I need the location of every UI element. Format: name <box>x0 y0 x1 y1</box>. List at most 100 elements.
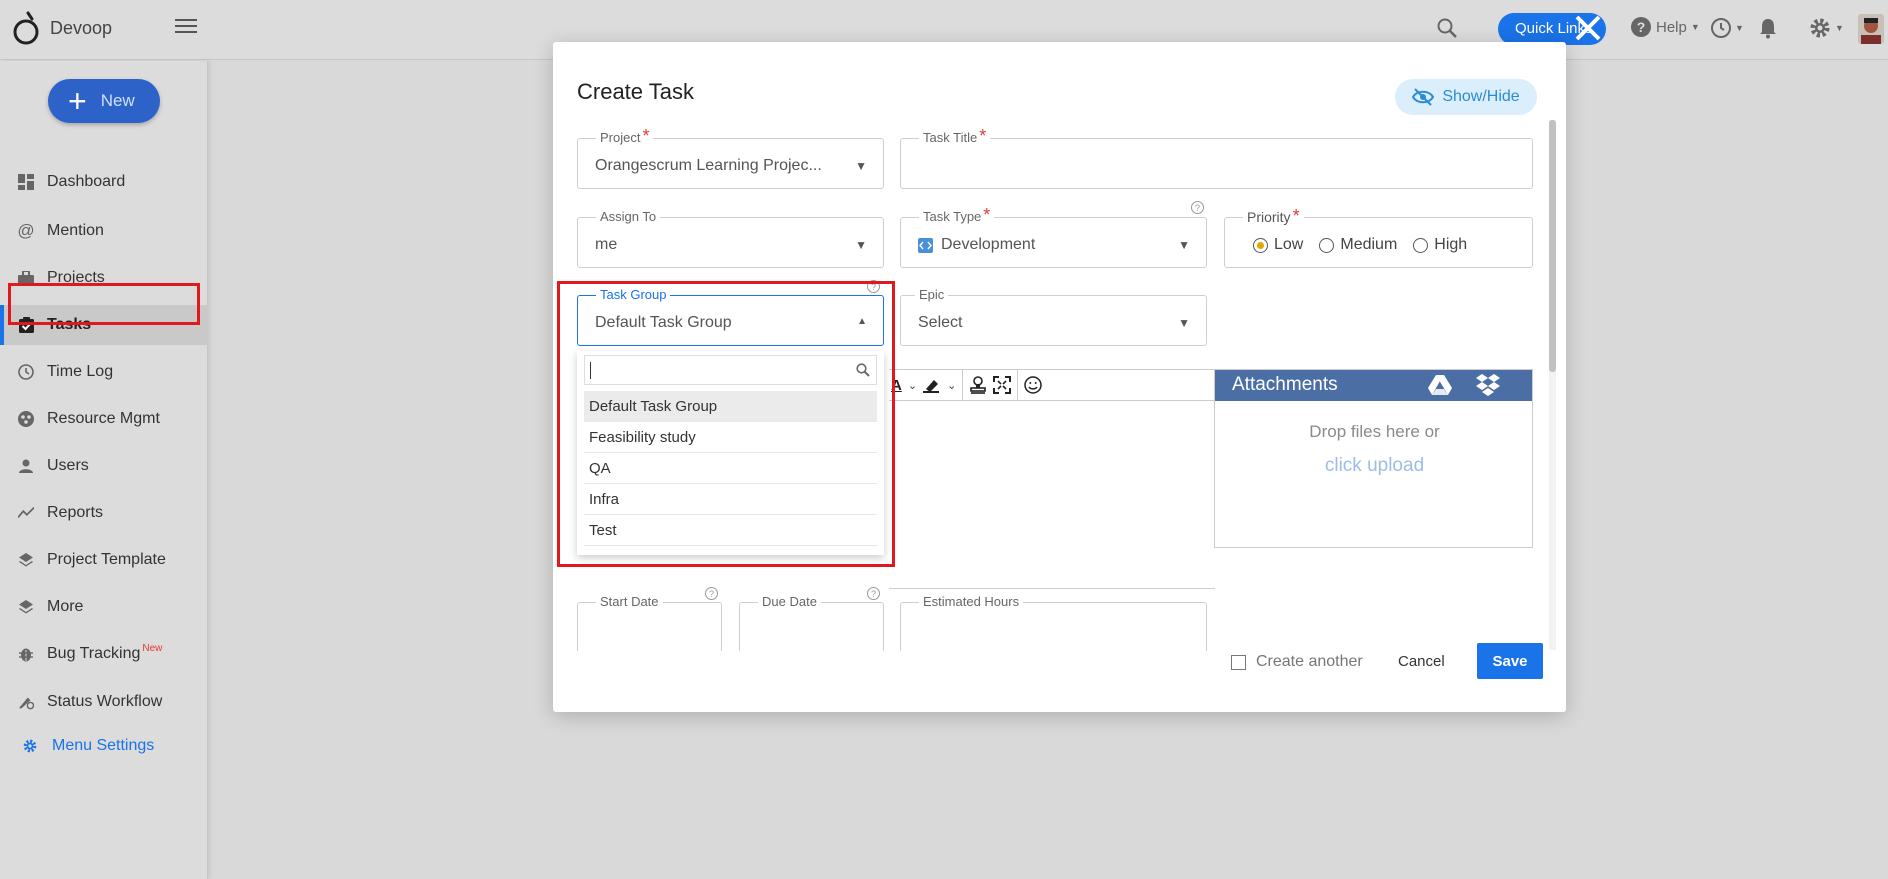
plus-icon: + <box>68 83 87 119</box>
emoji-icon[interactable] <box>1024 376 1043 394</box>
search-icon[interactable] <box>1436 17 1458 39</box>
priority-low-radio[interactable]: Low <box>1253 236 1303 254</box>
sidebar-item-label: Users <box>47 457 89 474</box>
priority-group: Priority * Low Medium High <box>1224 207 1533 268</box>
priority-label: Priority * <box>1243 207 1304 225</box>
new-button[interactable]: + New <box>48 79 160 123</box>
due-date-help-icon[interactable]: ? <box>867 587 880 600</box>
create-another-label: Create another <box>1256 653 1363 670</box>
chevron-down-icon[interactable]: ⌄ <box>947 379 956 392</box>
bug-tracking-label: Bug Tracking <box>47 645 141 662</box>
radio-selected-icon <box>1253 237 1268 253</box>
fullscreen-icon[interactable] <box>993 376 1012 394</box>
code-icon <box>918 237 933 253</box>
sidebar-item-status-workflow[interactable]: Status Workflow <box>0 682 208 722</box>
layers-icon <box>18 599 34 615</box>
sidebar-item-users[interactable]: Users <box>0 446 208 486</box>
sidebar-item-label: Bug Tracking New <box>47 643 162 663</box>
priority-medium-radio[interactable]: Medium <box>1319 236 1397 254</box>
task-group-highlight-box <box>557 281 895 567</box>
sidebar-item-label: Reports <box>47 504 104 521</box>
priority-options: Low Medium High <box>1253 236 1467 254</box>
settings-menu[interactable]: ▼ <box>1808 16 1844 40</box>
highlighter-icon[interactable] <box>923 377 941 393</box>
chevron-down-icon[interactable]: ⌄ <box>908 379 917 392</box>
date-fields-row: ? Start Date ? Due Date Estimated Hours <box>553 582 1553 651</box>
google-drive-icon[interactable] <box>1427 374 1453 396</box>
project-value: Orangescrum Learning Projec... <box>595 157 822 174</box>
attachments-panel: Attachments Drop files here or click upl… <box>1214 369 1533 548</box>
attachments-title: Attachments <box>1232 374 1338 395</box>
project-select[interactable]: Project * Orangescrum Learning Projec... … <box>577 127 884 189</box>
toolbar-separator <box>1017 369 1019 401</box>
sidebar-item-more[interactable]: More <box>0 587 208 627</box>
assign-to-select[interactable]: Assign To me ▼ <box>577 209 884 268</box>
task-type-label: Task Type * <box>919 206 995 224</box>
chevron-down-icon: ▼ <box>1690 22 1700 32</box>
close-icon[interactable] <box>1570 10 1606 46</box>
project-label: Project * <box>596 127 654 145</box>
create-another-checkbox[interactable]: Create another <box>1231 653 1363 671</box>
clock-icon <box>1711 18 1731 38</box>
bug-icon <box>18 646 34 662</box>
resource-icon <box>18 411 34 427</box>
app-logo-icon[interactable] <box>12 10 42 46</box>
start-date-label: Start Date <box>596 594 663 609</box>
help-menu[interactable]: ? Help ▼ <box>1630 16 1700 38</box>
priority-high-radio[interactable]: High <box>1413 236 1467 254</box>
sidebar-item-mention[interactable]: @ Mention <box>0 211 208 251</box>
hamburger-menu-icon[interactable] <box>175 19 197 37</box>
clock-icon <box>18 364 34 380</box>
at-icon: @ <box>17 221 35 240</box>
sidebar-item-resource-mgmt[interactable]: Resource Mgmt <box>0 399 208 439</box>
caret-down-icon: ▼ <box>1178 238 1190 252</box>
epic-select[interactable]: Epic Select ▼ <box>900 287 1207 346</box>
start-date-help-icon[interactable]: ? <box>705 587 718 600</box>
tasks-highlight-box <box>8 283 200 325</box>
menu-settings-link[interactable]: Menu Settings <box>22 737 154 755</box>
sidebar-item-label: Project Template <box>47 551 166 568</box>
sidebar-item-label: Time Log <box>47 363 114 380</box>
sidebar-item-reports[interactable]: Reports <box>0 493 208 533</box>
sidebar-item-time-log[interactable]: Time Log <box>0 352 208 392</box>
estimated-hours-label: Estimated Hours <box>919 594 1024 609</box>
due-date-label: Due Date <box>758 594 821 609</box>
radio-icon <box>1413 237 1429 253</box>
caret-down-icon: ▼ <box>855 159 867 173</box>
svg-text:?: ? <box>1637 19 1646 35</box>
sidebar-item-project-template[interactable]: Project Template <box>0 540 208 580</box>
sidebar-item-bug-tracking[interactable]: Bug Tracking New <box>0 634 208 674</box>
attachments-header: Attachments <box>1215 370 1532 401</box>
due-date-field[interactable]: Due Date <box>739 594 884 651</box>
dropbox-icon[interactable] <box>1475 373 1501 397</box>
click-upload-link[interactable]: click upload <box>1215 455 1534 477</box>
eye-off-icon <box>1412 88 1435 106</box>
show-hide-label: Show/Hide <box>1442 88 1520 105</box>
cancel-button[interactable]: Cancel <box>1398 653 1445 670</box>
sidebar-item-dashboard[interactable]: Dashboard <box>0 162 208 202</box>
gear-icon <box>1810 18 1830 38</box>
task-type-help-icon[interactable]: ? <box>1191 201 1204 214</box>
estimated-hours-field[interactable]: Estimated Hours <box>900 594 1207 651</box>
sidebar-item-label: Dashboard <box>47 173 126 190</box>
app-name: Devoop <box>50 18 113 38</box>
user-avatar[interactable] <box>1858 14 1884 44</box>
toolbar-separator <box>962 369 964 401</box>
assign-to-label: Assign To <box>596 209 661 224</box>
stamp-icon[interactable] <box>969 376 987 394</box>
radio-icon <box>1319 237 1335 253</box>
task-type-select[interactable]: Task Type * Development ▼ <box>900 206 1207 268</box>
task-title-field[interactable]: Task Title * <box>900 127 1533 189</box>
modal-scrollbar-thumb[interactable] <box>1549 120 1556 372</box>
task-title-label: Task Title * <box>919 127 991 145</box>
gear-icon <box>23 739 37 753</box>
start-date-field[interactable]: Start Date <box>577 594 722 651</box>
assign-to-value: me <box>595 236 618 253</box>
show-hide-button[interactable]: Show/Hide <box>1395 79 1537 115</box>
sidebar-item-label: More <box>47 598 84 615</box>
sidebar: + New Dashboard @ Mention Projects Tasks… <box>0 61 208 879</box>
description-editor[interactable] <box>889 401 1215 589</box>
save-button[interactable]: Save <box>1477 643 1543 679</box>
bell-icon[interactable] <box>1758 17 1778 39</box>
timer-menu[interactable]: ▼ <box>1710 17 1744 39</box>
